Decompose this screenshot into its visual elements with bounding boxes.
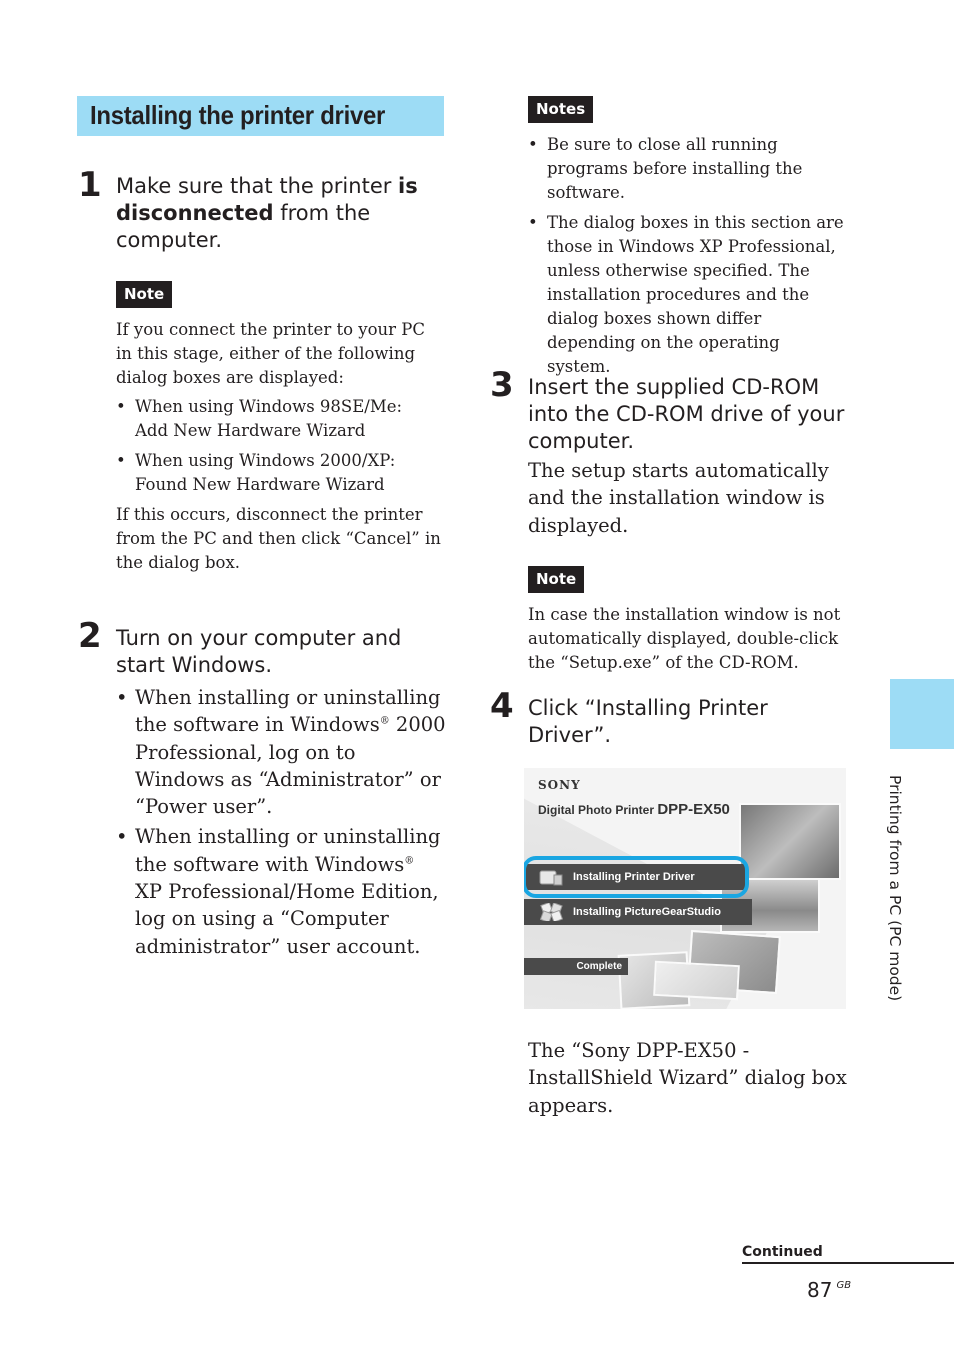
button-label: Installing PictureGearStudio bbox=[573, 906, 721, 918]
side-tab-label-wrap: Printing from a PC (PC mode) bbox=[878, 775, 918, 1055]
installer-screenshot: SONY Digital Photo Printer DPP-EX50 Inst… bbox=[524, 768, 846, 1009]
bullet-text: When installing or uninstalling the soft… bbox=[135, 825, 441, 876]
note-intro: If you connect the printer to your PC in… bbox=[116, 320, 426, 387]
page-number: 87 GB bbox=[807, 1278, 851, 1302]
button-label: Complete bbox=[576, 961, 622, 972]
notes-bullet-list: Be sure to close all running programs be… bbox=[528, 133, 848, 379]
step-2-bullet: When installing or uninstalling the soft… bbox=[116, 684, 446, 820]
continued-label: Continued bbox=[742, 1244, 823, 1260]
side-tab-marker bbox=[890, 679, 954, 749]
region-code: GB bbox=[836, 1280, 852, 1291]
notes-body: Be sure to close all running programs be… bbox=[528, 133, 848, 385]
step-1-heading-pre: Make sure that the printer bbox=[116, 174, 399, 198]
continued-marker: Continued bbox=[742, 1241, 954, 1264]
product-model: DPP-EX50 bbox=[657, 801, 730, 818]
product-title: Digital Photo Printer DPP-EX50 bbox=[538, 801, 730, 818]
notes-bullet: Be sure to close all running programs be… bbox=[528, 133, 848, 205]
step-4-result: The “Sony DPP-EX50 - InstallShield Wizar… bbox=[528, 1039, 847, 1117]
bullet-text: XP Professional/Home Edition, log on usi… bbox=[135, 880, 439, 958]
registered-mark: ® bbox=[404, 855, 415, 867]
step-1-note: Note bbox=[116, 281, 173, 308]
step-2-bullet: When installing or uninstalling the soft… bbox=[116, 823, 446, 959]
notes-label: Notes bbox=[528, 96, 594, 123]
step-3-body: The setup starts automatically and the i… bbox=[528, 459, 829, 537]
note-label: Note bbox=[116, 281, 173, 308]
note-bullet: When using Windows 2000/XP: Found New Ha… bbox=[116, 449, 441, 497]
highlight-outline bbox=[524, 856, 749, 898]
step-2-bullet-list: When installing or uninstalling the soft… bbox=[116, 684, 446, 960]
page-number-value: 87 bbox=[807, 1278, 833, 1302]
step-1-heading: Make sure that the printer is disconnect… bbox=[116, 173, 436, 254]
complete-button[interactable]: Complete bbox=[524, 958, 628, 975]
step-4-heading: Click “Installing Printer Driver”. bbox=[528, 696, 768, 747]
step-3-number: 3 bbox=[490, 365, 514, 405]
step-2-heading: Turn on your computer and start Windows. bbox=[116, 626, 402, 677]
step-3-note: Note bbox=[528, 566, 585, 593]
chapter-label: Printing from a PC (PC mode) bbox=[886, 775, 904, 1002]
photos-icon bbox=[539, 903, 564, 921]
step-1-note-body: If you connect the printer to your PC in… bbox=[116, 318, 441, 575]
installing-picturegearstudio-button[interactable]: Installing PictureGearStudio bbox=[524, 899, 752, 925]
step-1-number: 1 bbox=[78, 165, 102, 205]
step-3-note-body: In case the installation window is not a… bbox=[528, 605, 841, 672]
note-outro: If this occurs, disconnect the printer f… bbox=[116, 505, 441, 572]
brand-logo: SONY bbox=[538, 778, 581, 792]
photo-child bbox=[739, 803, 841, 880]
note-bullet-list: When using Windows 98SE/Me: Add New Hard… bbox=[116, 395, 441, 497]
step-4-number: 4 bbox=[490, 686, 514, 726]
product-name: Digital Photo Printer bbox=[538, 803, 658, 817]
step-2-number: 2 bbox=[78, 616, 102, 656]
notes-bullet: The dialog boxes in this section are tho… bbox=[528, 211, 848, 379]
note-bullet: When using Windows 98SE/Me: Add New Hard… bbox=[116, 395, 441, 443]
registered-mark: ® bbox=[379, 715, 390, 727]
section-title: Installing the printer driver bbox=[90, 100, 386, 130]
photo-street bbox=[653, 960, 740, 1001]
step-2-body: When installing or uninstalling the soft… bbox=[116, 684, 446, 963]
section-title-bar: Installing the printer driver bbox=[77, 96, 444, 136]
note-label: Note bbox=[528, 566, 585, 593]
notes-block: Notes bbox=[528, 96, 594, 123]
step-3-heading: Insert the supplied CD-ROM into the CD-R… bbox=[528, 375, 845, 453]
